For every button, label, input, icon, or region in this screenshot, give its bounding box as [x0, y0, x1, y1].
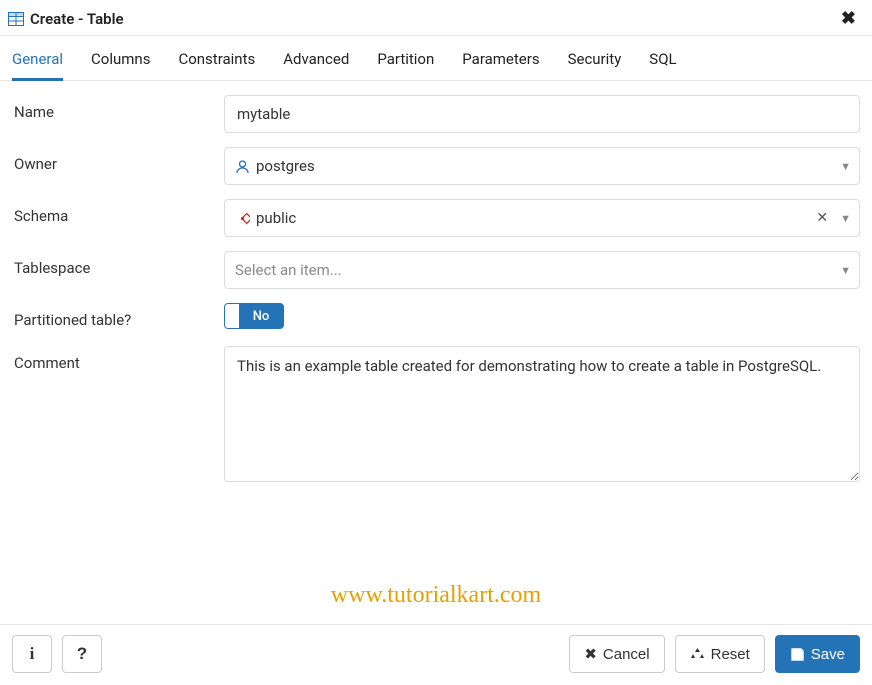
partitioned-label: Partitioned table? [14, 303, 224, 329]
tab-parameters[interactable]: Parameters [462, 46, 539, 80]
table-icon [8, 12, 24, 26]
tab-partition[interactable]: Partition [377, 46, 434, 80]
tab-sql[interactable]: SQL [649, 46, 676, 80]
chevron-down-icon: ▼ [834, 160, 851, 173]
partitioned-toggle[interactable]: No [224, 303, 284, 329]
comment-textarea[interactable] [224, 346, 860, 482]
close-icon[interactable]: ✖ [837, 8, 860, 29]
tab-general[interactable]: General [12, 46, 63, 81]
tab-columns[interactable]: Columns [91, 46, 150, 80]
reset-label: Reset [711, 646, 750, 663]
save-label: Save [811, 646, 845, 663]
tab-constraints[interactable]: Constraints [178, 46, 255, 80]
help-icon: ? [77, 644, 87, 664]
name-label: Name [14, 95, 224, 121]
save-button[interactable]: Save [775, 635, 860, 673]
tablespace-placeholder: Select an item... [235, 261, 342, 279]
owner-select[interactable]: postgres ▼ [224, 147, 860, 185]
schema-label: Schema [14, 199, 224, 225]
toggle-label: No [239, 309, 283, 324]
chevron-down-icon: ▼ [834, 264, 851, 277]
tablespace-label: Tablespace [14, 251, 224, 277]
dialog-tabs: General Columns Constraints Advanced Par… [0, 36, 872, 81]
tab-advanced[interactable]: Advanced [283, 46, 349, 80]
cancel-label: Cancel [603, 646, 650, 663]
schema-value: public [256, 209, 296, 227]
chevron-down-icon: ▼ [834, 212, 851, 225]
toggle-knob [225, 304, 239, 328]
dialog-titlebar: Create - Table ✖ [0, 0, 872, 36]
info-icon: i [30, 644, 35, 664]
create-table-dialog: Create - Table ✖ General Columns Constra… [0, 0, 872, 685]
form-area: Name Owner postgres ▼ Sche [0, 81, 872, 624]
schema-select[interactable]: public ✕ ▼ [224, 199, 860, 237]
close-icon: ✖ [584, 645, 597, 663]
dialog-title: Create - Table [30, 10, 837, 28]
dialog-footer: i ? ✖ Cancel Reset Save [0, 624, 872, 685]
owner-value: postgres [256, 157, 315, 175]
info-button[interactable]: i [12, 635, 52, 673]
cancel-button[interactable]: ✖ Cancel [569, 635, 664, 673]
clear-icon[interactable]: ✕ [810, 210, 834, 226]
tab-security[interactable]: Security [568, 46, 622, 80]
reset-button[interactable]: Reset [675, 635, 765, 673]
help-button[interactable]: ? [62, 635, 102, 673]
schema-icon [235, 211, 250, 226]
user-icon [235, 159, 250, 174]
name-input[interactable] [224, 95, 860, 133]
owner-label: Owner [14, 147, 224, 173]
comment-label: Comment [14, 346, 224, 372]
recycle-icon [690, 647, 705, 662]
save-icon [790, 647, 805, 662]
tablespace-select[interactable]: Select an item... ▼ [224, 251, 860, 289]
